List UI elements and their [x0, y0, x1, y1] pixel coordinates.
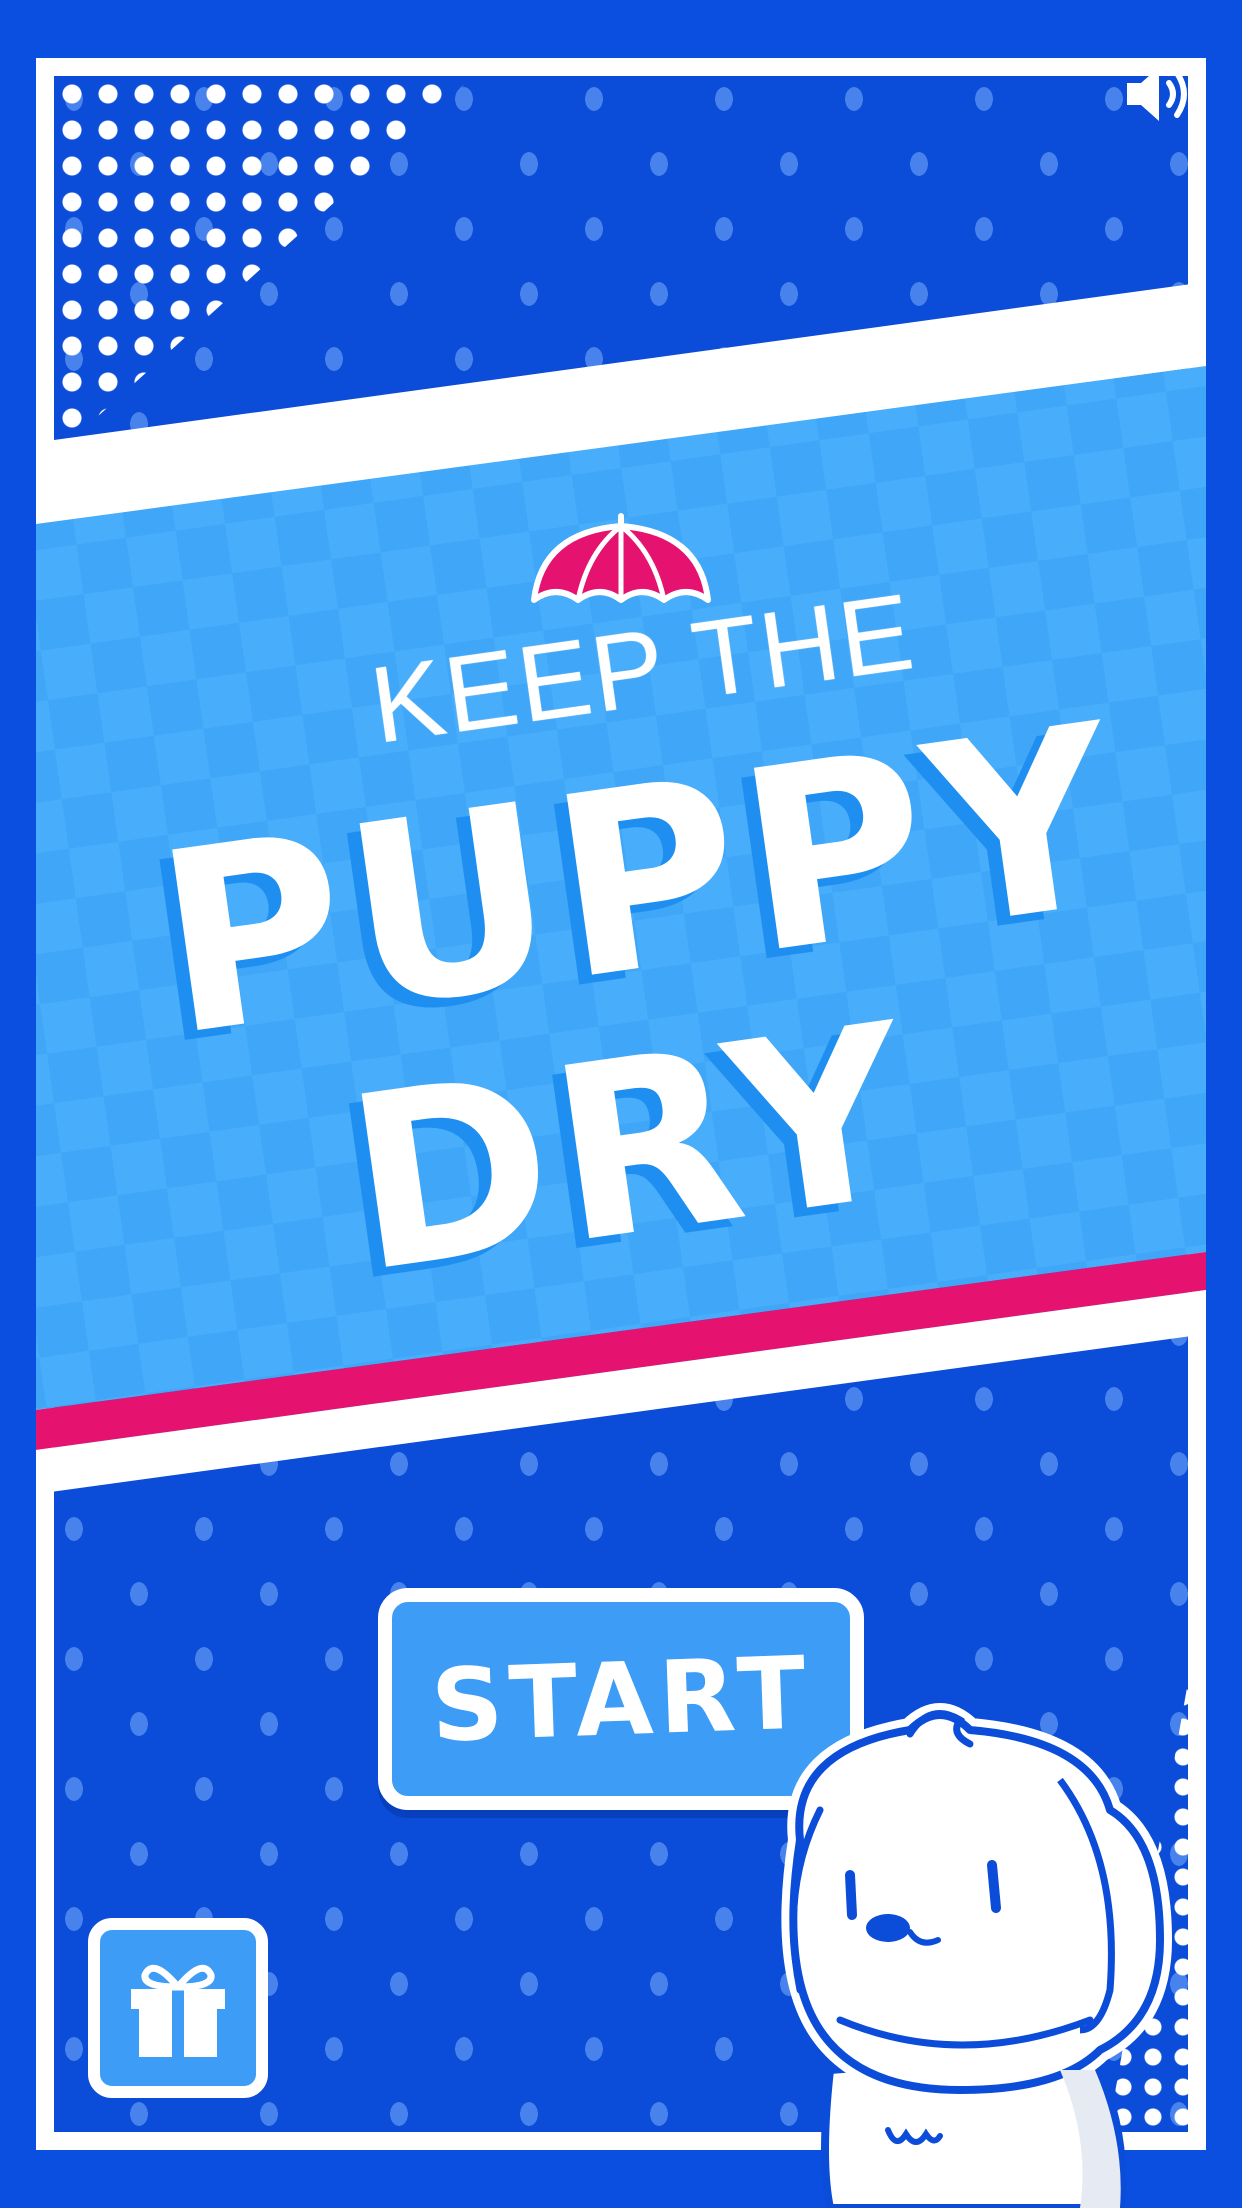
game-screen: KEEP THE PUPPY DRY START [0, 0, 1242, 2208]
sound-toggle-button[interactable] [1118, 54, 1198, 134]
speaker-on-icon [1127, 67, 1187, 121]
start-button-label: START [428, 1633, 814, 1765]
puppy-mascot [781, 1703, 1172, 2208]
umbrella-icon [531, 513, 711, 603]
gift-button[interactable] [88, 1918, 268, 2098]
gift-icon [131, 1964, 225, 2057]
